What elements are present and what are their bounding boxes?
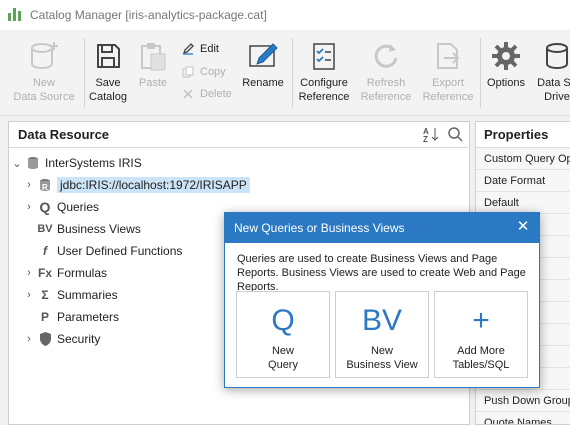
tree-item-connection[interactable]: › R jdbc:IRIS://localhost:1972/IRISAPP [9,174,469,196]
svg-text:Z: Z [423,135,428,142]
property-row[interactable]: Quote Names [476,412,570,424]
edit-label: Edit [200,43,219,55]
save-catalog-label: Save Catalog [89,77,127,103]
tree-item-label: Summaries [57,288,118,302]
export-reference-button[interactable]: Export Reference [420,40,476,104]
refresh-reference-button[interactable]: Refresh Reference [358,40,414,104]
close-icon[interactable]: ✕ [515,219,531,235]
new-data-source-button[interactable]: New Data Source [13,40,75,104]
chevron-right-icon[interactable]: › [23,333,35,345]
shield-icon [37,331,53,347]
rename-label: Rename [242,77,284,89]
database-icon [25,155,41,171]
plus-icon: + [472,304,490,337]
export-reference-label: Export Reference [422,77,474,103]
dialog-options: Q New Query BV New Business View + Add M… [236,291,528,378]
business-view-icon: BV [37,223,53,235]
edit-button[interactable]: Edit [182,43,219,55]
chevron-right-icon[interactable]: › [23,201,35,213]
sigma-icon: Σ [41,288,49,302]
data-source-driver-label: Data So Drive [537,77,570,103]
sort-az-icon[interactable]: AZ [423,126,439,142]
dialog-header: New Queries or Business Views ✕ [225,213,539,243]
business-view-glyph-icon: BV [361,304,403,337]
properties-title: Properties [484,127,549,142]
window-title: Catalog Manager [iris-analytics-package.… [30,8,267,22]
gear-icon [492,42,520,70]
tree-item-label: InterSystems IRIS [45,156,142,170]
new-business-view-button[interactable]: BV New Business View [335,291,429,378]
property-row[interactable]: Push Down Group [476,390,570,412]
tree-item-label: User Defined Functions [57,244,183,258]
data-source-driver-button[interactable]: Data So Drive [532,40,570,104]
configure-reference-label: Configure Reference [298,77,350,103]
tree-item-intersystems-iris[interactable]: ⌄ InterSystems IRIS [9,152,469,174]
data-resource-title: Data Resource [18,127,110,142]
add-more-tables-button[interactable]: + Add More Tables/SQL [434,291,528,378]
paste-label: Paste [138,77,168,89]
title-bar: Catalog Manager [iris-analytics-package.… [0,0,570,30]
property-row[interactable]: Default [476,192,570,214]
rename-button[interactable]: Rename [240,40,286,90]
new-business-view-label: New Business View [346,345,418,371]
save-icon [97,44,120,68]
dialog-description: Queries are used to create Business View… [237,253,526,293]
delete-x-icon [183,89,193,99]
paste-icon [141,43,166,71]
function-icon: f [43,244,47,258]
copy-label: Copy [200,66,226,78]
tree-item-label: Formulas [57,266,108,280]
rename-pencil-icon [249,43,278,67]
delete-button[interactable]: Delete [182,88,232,100]
data-resource-header: Data Resource AZ [9,122,469,148]
property-row[interactable]: Date Format [476,170,570,192]
formula-icon: Fx [37,266,52,280]
new-data-source-label: New Data Source [13,77,75,103]
dialog-title: New Queries or Business Views [234,221,405,235]
properties-header: Properties [476,122,570,148]
configure-reference-button[interactable]: Configure Reference [296,40,352,104]
app-logo-icon [8,8,22,22]
add-more-tables-label: Add More Tables/SQL [452,345,510,371]
tree-item-label: Security [57,332,101,346]
chevron-right-icon[interactable]: › [23,267,35,279]
new-query-label: New Query [268,345,298,371]
ribbon-toolbar: New Data Source Save Catalog Paste Edit … [0,30,570,116]
copy-button[interactable]: Copy [182,66,226,78]
pencil-icon [182,43,194,55]
refresh-icon [374,44,398,68]
chevron-down-icon[interactable]: ⌄ [11,157,23,170]
chevron-right-icon[interactable]: › [23,179,35,191]
tree-item-label: jdbc:IRIS://localhost:1972/IRISAPP [57,177,250,193]
new-query-button[interactable]: Q New Query [236,291,330,378]
new-queries-dialog: New Queries or Business Views ✕ Queries … [224,212,540,388]
options-button[interactable]: Options [484,40,528,90]
query-icon: Q [39,199,51,215]
chevron-right-icon[interactable]: › [23,289,35,301]
query-glyph-icon: Q [271,304,295,337]
checklist-icon [313,43,335,70]
property-row[interactable]: Custom Query Op [476,148,570,170]
options-label: Options [487,77,525,89]
svg-text:R: R [42,183,48,192]
copy-icon [182,66,194,78]
tree-item-label: Business Views [57,222,141,236]
database-driver-icon [546,43,568,70]
save-catalog-button[interactable]: Save Catalog [86,40,130,104]
parameter-icon: P [40,310,49,324]
tree-item-label: Queries [57,200,100,214]
paste-button[interactable]: Paste [136,40,170,90]
delete-label: Delete [200,88,232,100]
export-icon [437,43,460,69]
database-add-icon [31,42,58,70]
search-icon[interactable] [447,126,463,142]
tree-item-label: Parameters [57,310,120,324]
refresh-reference-label: Refresh Reference [360,77,412,103]
jdbc-connection-icon: R [37,177,53,193]
